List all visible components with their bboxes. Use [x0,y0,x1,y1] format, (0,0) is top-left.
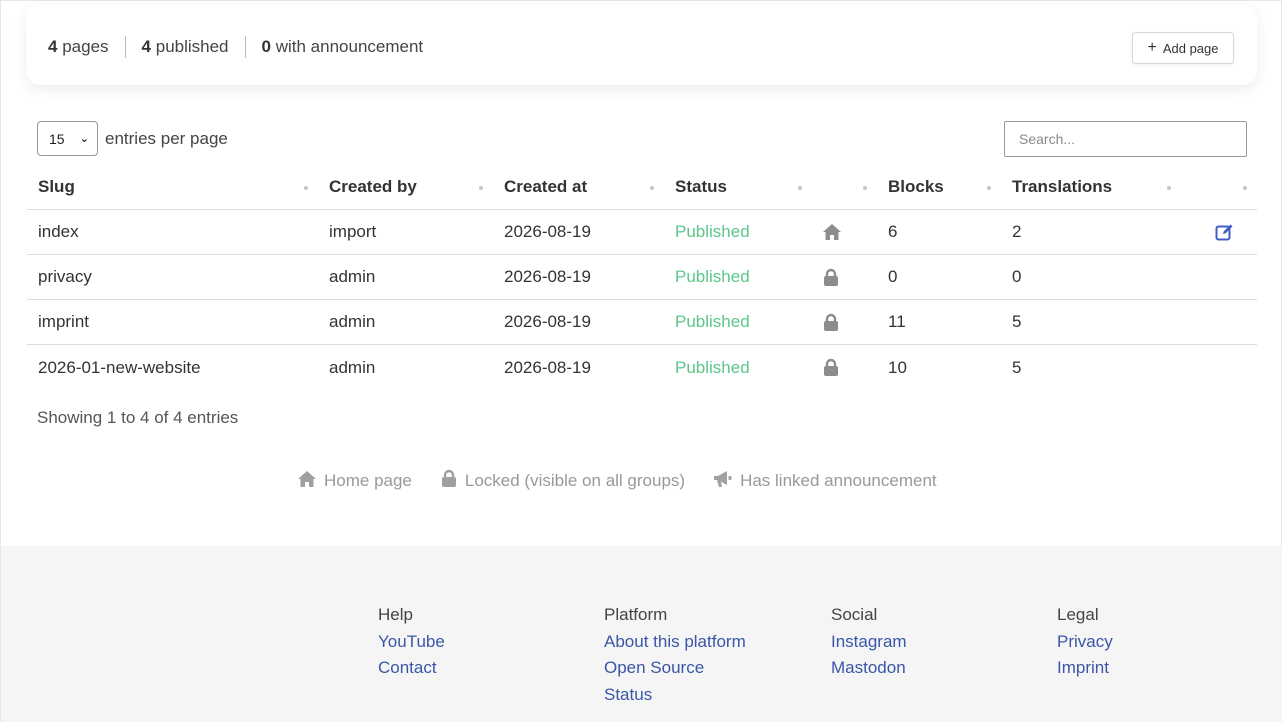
cell-slug: imprint [38,312,90,331]
status-badge: Published [675,222,750,241]
cell-blocks: 0 [888,267,898,286]
cell-created-by: admin [329,267,376,286]
cell-translations: 5 [1012,357,1022,377]
cell-slug: index [38,222,79,241]
cell-slug: 2026-01-new-website [38,357,201,377]
page: 4 pages 4 published 0 with announcement … [1,1,1282,722]
cell-translations: 5 [1012,312,1022,331]
legend-locked: Locked (visible on all groups) [440,469,685,493]
legend-locked-label: Locked (visible on all groups) [464,471,686,490]
chevron-down-icon: ⌄ [79,133,89,145]
footer-link-instagram[interactable]: Instagram [831,629,907,656]
legend-announcement-label: Has linked announcement [740,471,937,490]
add-page-label: Add page [1162,40,1219,56]
search-input[interactable] [1004,121,1247,157]
status-badge: Published [675,267,750,286]
column-header-translations[interactable]: Translations [1001,165,1181,209]
legend-home: Home page [297,470,412,493]
footer-heading: Platform [604,605,668,624]
table-info: Showing 1 to 4 of 4 entries [37,408,239,427]
column-header-flags[interactable] [812,165,877,209]
cell-created-by: admin [329,312,376,331]
cell-translations: 2 [1012,222,1022,241]
megaphone-icon [713,470,733,493]
home-icon [812,223,877,241]
footer-column-social: Social Instagram Mastodon [831,602,907,682]
entries-per-page-select[interactable]: 15 ⌄ [37,121,98,156]
legend-home-label: Home page [324,471,412,490]
status-badge: Published [675,357,750,377]
sort-icon [798,186,802,190]
footer-link-privacy[interactable]: Privacy [1057,629,1113,656]
cell-blocks: 10 [888,357,907,377]
cell-translations: 0 [1012,267,1022,286]
pages-table: Slug Created by Created at Status Blocks… [27,165,1257,390]
lock-icon [812,358,877,377]
column-header-created-at[interactable]: Created at [493,165,664,209]
cell-created-at: 2026-08-19 [504,357,591,377]
cell-slug: privacy [38,267,92,286]
cell-created-at: 2026-08-19 [504,267,591,286]
table-row: imprint admin 2026-08-19 Published 11 5 [27,300,1257,345]
lock-icon [812,268,877,287]
sort-icon [1243,186,1247,190]
divider [244,36,246,58]
lock-icon [812,313,877,332]
add-page-button[interactable]: + Add page [1132,32,1234,64]
divider [124,36,126,58]
table-header: Slug Created by Created at Status Blocks… [27,165,1257,210]
cell-created-by: admin [329,357,376,377]
stats-bar: 4 pages 4 published 0 with announcement [48,36,423,58]
lock-icon [440,469,458,493]
footer-column-legal: Legal Privacy Imprint [1057,602,1113,682]
footer-link-contact[interactable]: Contact [378,655,445,682]
column-header-status[interactable]: Status [664,165,812,209]
summary-card: 4 pages 4 published 0 with announcement … [26,5,1257,85]
footer-heading: Social [831,605,878,624]
table-row: 2026-01-new-website admin 2026-08-19 Pub… [27,345,1257,390]
sort-icon [479,186,483,190]
sort-icon [304,186,308,190]
cell-blocks: 11 [888,312,906,331]
column-header-actions[interactable] [1181,165,1257,209]
footer-link-mastodon[interactable]: Mastodon [831,655,907,682]
icon-legend: Home page Locked (visible on all groups)… [297,469,965,493]
footer-link-open-source[interactable]: Open Source [604,655,746,682]
footer: Help YouTube Contact Platform About this… [1,546,1282,722]
sort-icon [650,186,654,190]
column-header-created-by[interactable]: Created by [318,165,493,209]
legend-announcement: Has linked announcement [713,470,937,493]
entries-per-page-value: 15 [49,130,65,147]
entries-per-page-label: entries per page [105,128,228,148]
plus-icon: + [1147,39,1157,56]
column-header-blocks[interactable]: Blocks [877,165,1001,209]
status-badge: Published [675,312,750,331]
cell-created-by: import [329,222,377,241]
entries-per-page-control: 15 ⌄ entries per page [37,121,228,156]
footer-column-help: Help YouTube Contact [378,602,445,682]
published-stat: 4 published [141,37,229,56]
column-header-slug[interactable]: Slug [27,165,318,209]
footer-heading: Legal [1057,605,1099,624]
announcement-stat: 0 with announcement [261,37,424,56]
sort-icon [987,186,991,190]
table-row: privacy admin 2026-08-19 Published 0 0 [27,255,1257,300]
footer-link-imprint[interactable]: Imprint [1057,655,1113,682]
cell-created-at: 2026-08-19 [504,312,591,331]
home-icon [297,470,317,493]
footer-heading: Help [378,605,413,624]
footer-column-platform: Platform About this platform Open Source… [604,602,746,708]
cell-created-at: 2026-08-19 [504,222,591,241]
edit-icon[interactable] [1181,223,1257,242]
pages-stat: 4 pages [48,37,109,56]
sort-icon [863,186,867,190]
cell-blocks: 6 [888,222,898,241]
footer-link-about[interactable]: About this platform [604,629,746,656]
footer-link-youtube[interactable]: YouTube [378,629,445,656]
sort-icon [1167,186,1171,190]
footer-link-status[interactable]: Status [604,682,746,709]
table-row: index import 2026-08-19 Published 6 2 [27,210,1257,255]
